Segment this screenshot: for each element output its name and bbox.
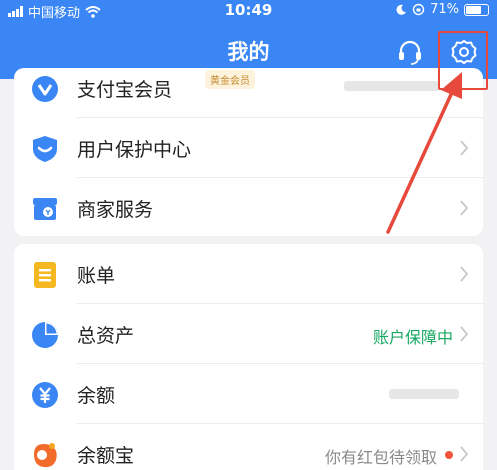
account-protection-status: 账户保障中 [372, 328, 453, 347]
chevron-right-icon [460, 200, 469, 216]
battery-icon [464, 3, 489, 16]
list-item-label: 余额 [77, 385, 116, 407]
list-item-member[interactable]: 支付宝会员 黄金会员 [14, 68, 483, 118]
chevron-right-icon [460, 266, 469, 282]
list-item-label: 账单 [77, 265, 116, 287]
list-item-yuebao[interactable]: 余额宝 你有红包待领取 [14, 424, 483, 470]
bill-icon [34, 262, 56, 288]
redacted-text [344, 81, 439, 91]
orientation-lock-icon [412, 3, 425, 16]
assets-card: 账单 总资产 账户保障中 余额 余额宝 你有红包待领取 [14, 244, 483, 470]
member-badge: 黄金会员 [205, 70, 255, 89]
list-item-label: 余额宝 [77, 445, 135, 467]
battery-percent: 71% [430, 2, 459, 17]
redacted-text [389, 389, 459, 399]
member-v-icon [32, 76, 58, 102]
notification-dot [445, 451, 453, 459]
list-item-bill[interactable]: 账单 [14, 244, 483, 304]
list-item-label: 商家服务 [77, 199, 154, 221]
chevron-right-icon [460, 140, 469, 156]
list-item-merchant-service[interactable]: 商家服务 [14, 178, 483, 236]
list-item-label: 支付宝会员 [77, 79, 173, 101]
chevron-right-icon [460, 446, 469, 462]
list-item-total-assets[interactable]: 总资产 账户保障中 [14, 304, 483, 364]
pie-chart-icon [32, 322, 58, 348]
list-item-balance[interactable]: 余额 [14, 364, 483, 424]
chevron-right-icon [460, 326, 469, 342]
moon-icon [396, 4, 407, 15]
headset-icon[interactable] [396, 38, 424, 66]
list-item-user-protection[interactable]: 用户保护中心 [14, 118, 483, 178]
yuan-icon [32, 382, 58, 408]
list-item-label: 用户保护中心 [77, 139, 192, 161]
shop-icon [33, 198, 57, 220]
red-packet-hint: 你有红包待领取 [324, 448, 437, 467]
status-bar: 中国移动 10:49 71% [0, 0, 497, 22]
list-item-label: 总资产 [77, 325, 135, 347]
account-card: 支付宝会员 黄金会员 用户保护中心 商家服务 [14, 68, 483, 236]
yuebao-icon [34, 443, 57, 468]
settings-highlight-box [438, 31, 488, 90]
shield-icon [33, 136, 57, 162]
